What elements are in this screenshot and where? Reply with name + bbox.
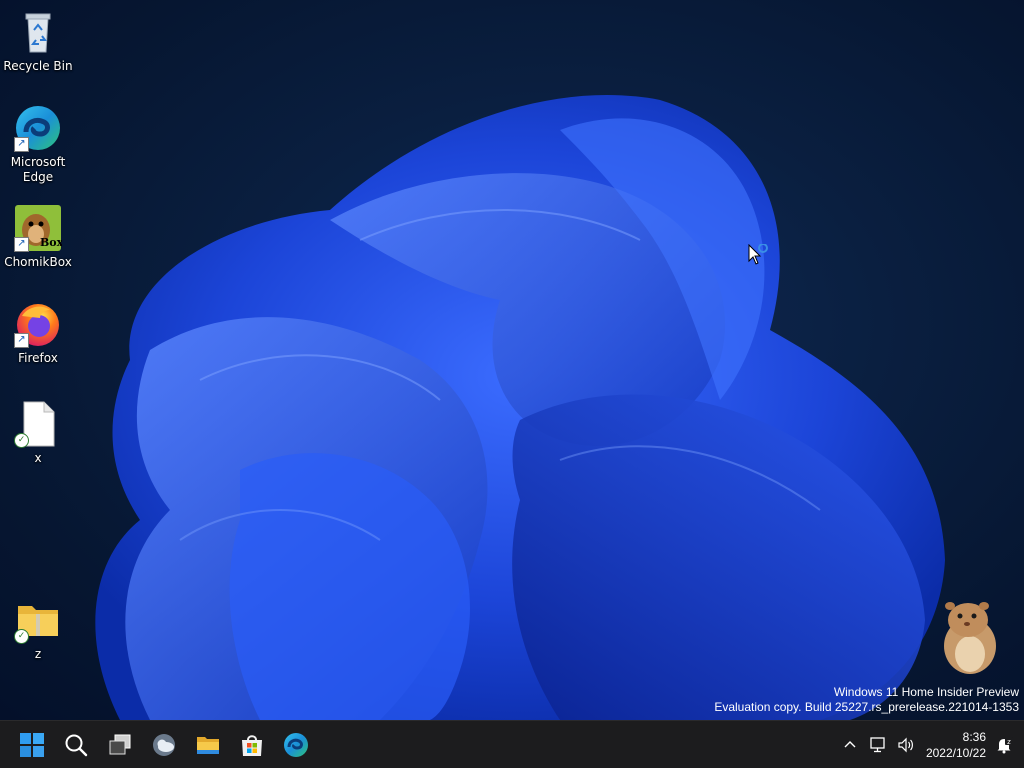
clock-time: 8:36 [962,730,986,744]
recycle-bin-icon [14,8,62,56]
desktop-icon-label: z [34,647,42,661]
watermark-edition: Windows 11 Home Insider Preview [833,685,1019,699]
file-explorer-icon [197,737,219,754]
desktop-icon-folder-z[interactable]: ✓ z [2,596,74,662]
network-button[interactable] [866,733,890,757]
mouse-cursor-busy-icon [748,244,768,265]
desktop-icon-chomikbox[interactable]: Box ↗ ChomikBox [2,204,74,270]
chomikbox-icon: Box ↗ [14,204,64,252]
firefox-icon: ↗ [14,300,62,348]
folder-icon: ✓ [14,596,62,644]
widgets-icon [153,734,175,756]
hamster-mascot-image [944,602,996,674]
widgets-button[interactable] [144,725,184,765]
file-icon: ✓ [14,400,62,448]
svg-text:z: z [1007,738,1011,746]
desktop-icon-label: Recycle Bin [3,59,73,73]
desktop-icon-label: x [34,451,42,465]
start-button[interactable] [12,725,52,765]
clock-date: 2022/10/22 [925,746,986,760]
watermark-build: Evaluation copy. Build 25227.rs_prerelea… [714,700,1019,714]
microsoft-store-icon [242,735,262,756]
task-view-icon [109,734,131,755]
shortcut-arrow-icon: ↗ [14,333,29,348]
chevron-up-icon [844,741,856,748]
show-hidden-icons-button[interactable] [838,733,862,757]
start-icon [20,733,44,757]
shortcut-arrow-icon: ↗ [14,137,29,152]
notification-icon: z [997,737,1013,754]
volume-button[interactable] [894,733,918,757]
edge-icon [284,733,308,757]
desktop-icon-recycle-bin[interactable]: Recycle Bin [2,8,74,74]
volume-icon [898,737,913,753]
notifications-button[interactable]: z [992,733,1016,757]
desktop-icon-firefox[interactable]: ↗ Firefox [2,300,74,366]
sync-check-icon: ✓ [14,433,29,448]
edge-icon: ↗ [14,104,62,152]
shortcut-arrow-icon: ↗ [14,237,29,252]
desktop-icon-file-x[interactable]: ✓ x [2,400,74,466]
wallpaper-bloom [95,95,945,720]
svg-text:Box: Box [40,236,62,249]
desktop-icon-label: ChomikBox [4,255,72,269]
file-explorer-button[interactable] [188,725,228,765]
desktop-icon-microsoft-edge[interactable]: ↗ Microsoft Edge [2,104,74,185]
network-icon [870,737,885,753]
desktop-icon-label: Firefox [18,351,58,365]
desktop[interactable]: Recycle Bin ↗ Microsoft Edge Box ↗ Chomi… [0,0,1024,720]
edge-taskbar-button[interactable] [276,725,316,765]
sync-check-icon: ✓ [14,629,29,644]
search-button[interactable] [56,725,96,765]
task-view-button[interactable] [100,725,140,765]
desktop-icon-label: Microsoft Edge [10,155,66,184]
clock-button[interactable]: 8:36 2022/10/22 [926,729,986,761]
taskbar: 8:36 2022/10/22 z [0,720,1024,768]
search-icon [65,734,88,757]
microsoft-store-button[interactable] [232,725,272,765]
system-tray: 8:36 2022/10/22 z [836,721,1024,769]
evaluation-watermark: Windows 11 Home Insider Preview Evaluati… [714,685,1019,715]
